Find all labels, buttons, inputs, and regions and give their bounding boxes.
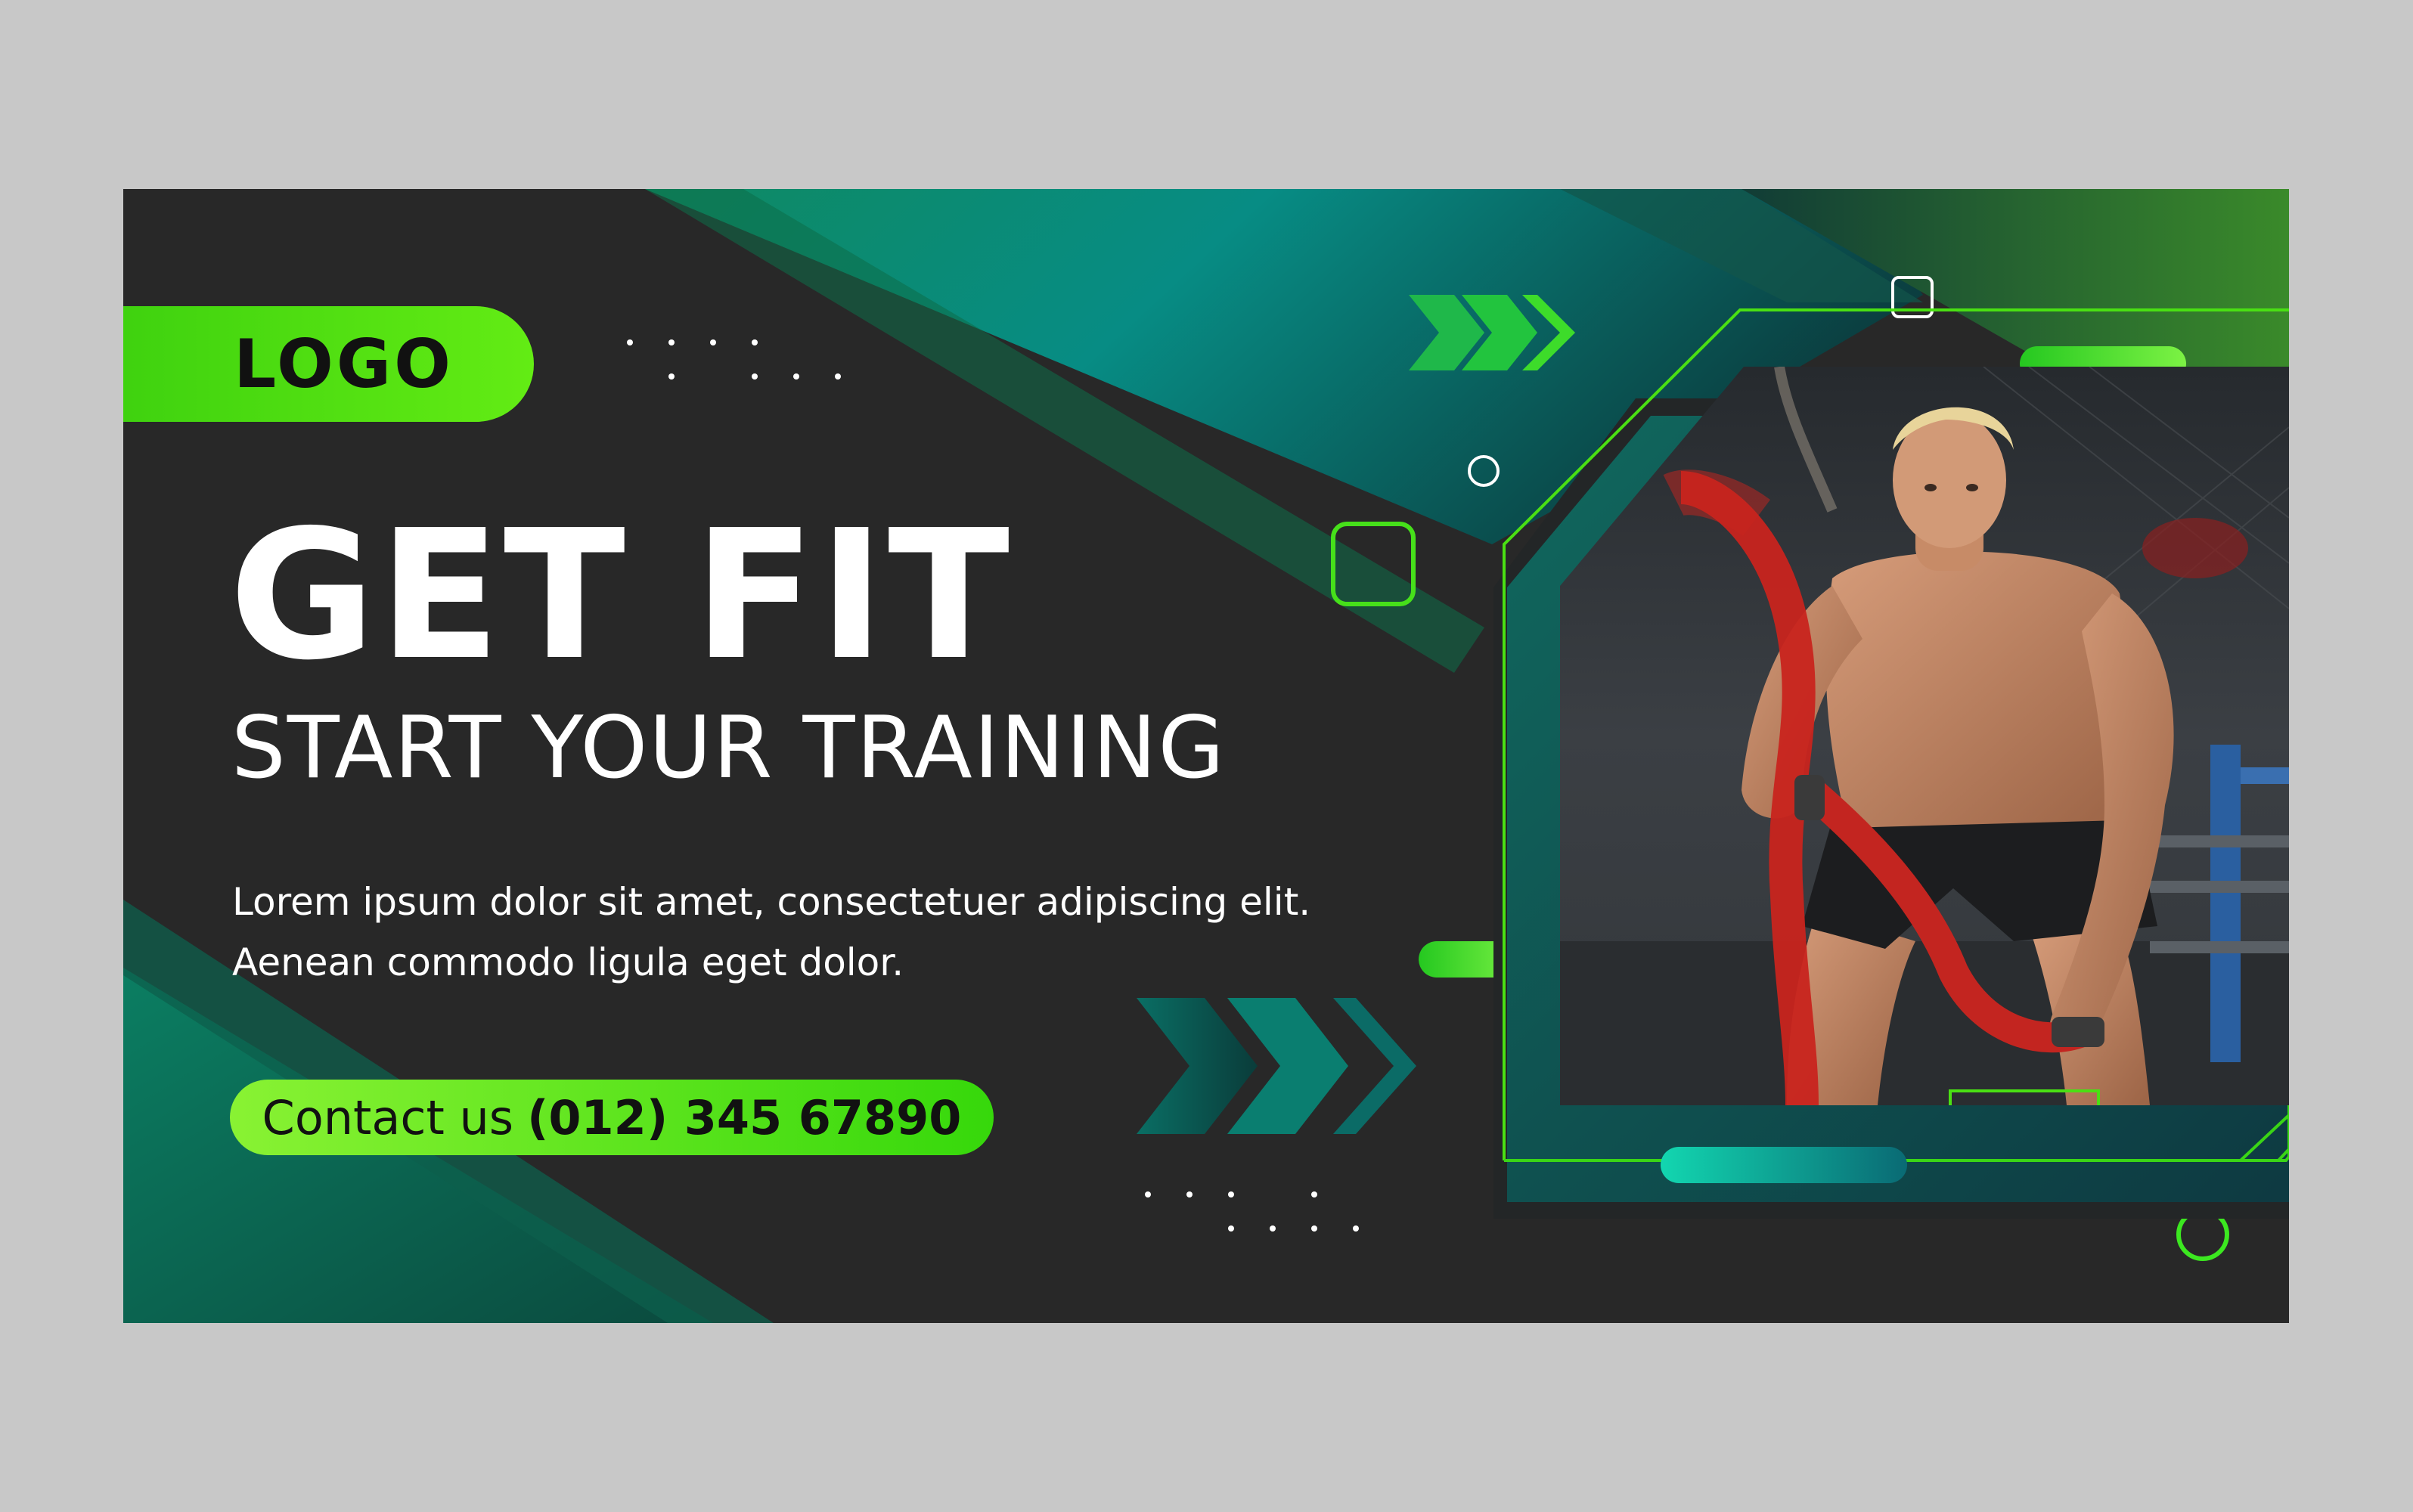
contact-phone: (012) 345 67890 xyxy=(527,1089,962,1145)
body-text-line-2: Aenean commodo ligula eget dolor. xyxy=(232,940,904,984)
subheadline: START YOUR TRAINING xyxy=(231,698,1226,798)
contact-button[interactable]: Contact us (012) 345 67890 xyxy=(230,1080,994,1155)
logo-badge: LOGO xyxy=(123,306,534,422)
body-text-line-1: Lorem ipsum dolor sit amet, consectetuer… xyxy=(232,880,1311,924)
headline: GET FIT xyxy=(229,491,1013,699)
fitness-banner: LOGO GET FIT START YOUR TRAINING Lorem i… xyxy=(123,189,2289,1323)
logo-text: LOGO xyxy=(234,325,454,403)
athlete-photo xyxy=(1560,367,2289,1105)
contact-label: Contact us xyxy=(262,1089,514,1145)
body-text: Lorem ipsum dolor sit amet, consectetuer… xyxy=(232,872,1314,993)
